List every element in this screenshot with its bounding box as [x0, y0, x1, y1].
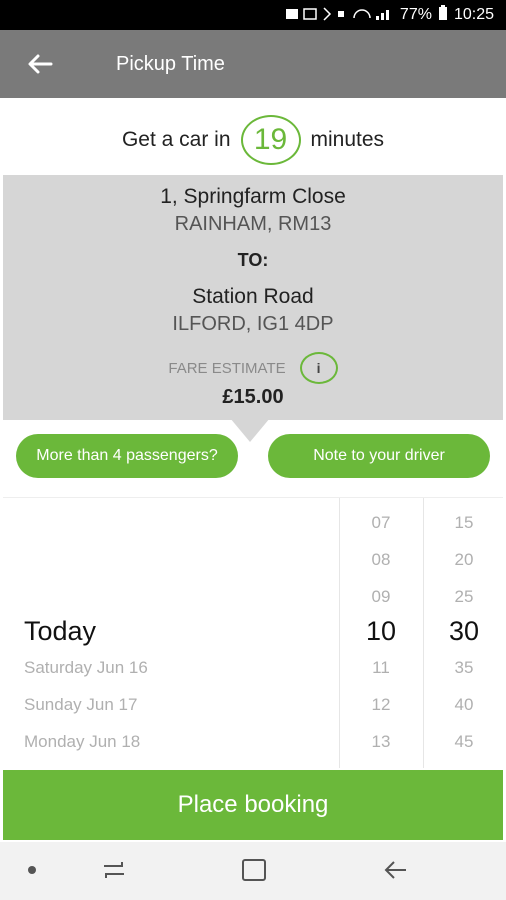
route-summary: 1, Springfarm Close RAINHAM, RM13 TO: St… [3, 175, 503, 420]
minute-option[interactable]: 40 [424, 695, 504, 715]
pickup-time-picker[interactable]: Today Saturday Jun 16 Sunday Jun 17 Mond… [3, 497, 503, 768]
minute-option[interactable]: 45 [424, 732, 504, 752]
to-label: TO: [237, 250, 269, 270]
home-button[interactable] [240, 858, 268, 882]
hour-option[interactable]: 09 [340, 587, 422, 607]
date-option[interactable]: Monday Jun 18 [24, 732, 140, 752]
home-icon [242, 859, 266, 881]
date-option-selected[interactable]: Today [24, 616, 96, 647]
eta-banner: Get a car in 19 minutes [0, 112, 506, 168]
page-title: Pickup Time [116, 52, 225, 75]
fare-estimate-label: FARE ESTIMATE [168, 359, 286, 377]
options-row: More than 4 passengers? Note to your dri… [0, 434, 506, 478]
clock: 10:25 [453, 6, 494, 23]
date-option[interactable]: Sunday Jun 17 [24, 695, 137, 715]
minute-option[interactable]: 35 [424, 658, 504, 678]
eta-prefix: Get a car in [121, 128, 231, 151]
note-to-driver-button[interactable]: Note to your driver [268, 434, 490, 478]
minute-option-selected[interactable]: 30 [424, 616, 504, 647]
minute-option[interactable]: 25 [424, 587, 504, 607]
status-bar: 77% 10:25 [0, 0, 506, 30]
battery-percent: 77% [399, 6, 432, 23]
place-booking-button[interactable]: Place booking [3, 770, 503, 840]
fare-estimate-row: FARE ESTIMATE i [3, 352, 503, 384]
eta-suffix: minutes [310, 128, 385, 151]
system-back-button[interactable] [382, 858, 410, 882]
hour-option-selected[interactable]: 10 [340, 616, 422, 647]
eta-minutes-badge: 19 [240, 115, 301, 165]
date-column[interactable]: Today Saturday Jun 16 Sunday Jun 17 Mond… [3, 498, 337, 768]
battery-icon [438, 4, 448, 26]
pickup-address-line2: RAINHAM, RM13 [174, 213, 332, 235]
hour-option[interactable]: 12 [340, 695, 422, 715]
hour-option[interactable]: 11 [340, 658, 422, 678]
status-icons [284, 6, 394, 25]
minute-option[interactable]: 20 [424, 550, 504, 570]
hour-option[interactable]: 08 [340, 550, 422, 570]
more-passengers-button[interactable]: More than 4 passengers? [16, 434, 238, 478]
hour-option[interactable]: 13 [340, 732, 422, 752]
app-toolbar: Pickup Time [0, 30, 506, 98]
recent-apps-button[interactable] [100, 858, 128, 882]
hour-option[interactable]: 07 [340, 513, 422, 533]
back-arrow-icon [384, 861, 406, 879]
status-indicators-icon [285, 6, 389, 21]
minute-column[interactable]: 15 20 25 30 35 40 45 [423, 498, 504, 768]
dropoff-address-line2: ILFORD, IG1 4DP [172, 313, 334, 335]
minute-option[interactable]: 15 [424, 513, 504, 533]
recents-icon [104, 862, 124, 878]
dropoff-address-line1: Station Road [192, 285, 314, 308]
date-option[interactable]: Saturday Jun 16 [24, 658, 148, 678]
arrow-left-icon [28, 54, 53, 74]
info-icon[interactable]: i [299, 352, 338, 384]
back-button[interactable] [0, 30, 80, 98]
fare-estimate-value: £15.00 [222, 386, 284, 408]
system-nav-bar [0, 842, 506, 900]
hour-column[interactable]: 07 08 09 10 11 12 13 [339, 498, 422, 768]
nav-dot-icon [28, 866, 36, 874]
pickup-address-line1: 1, Springfarm Close [160, 185, 346, 208]
